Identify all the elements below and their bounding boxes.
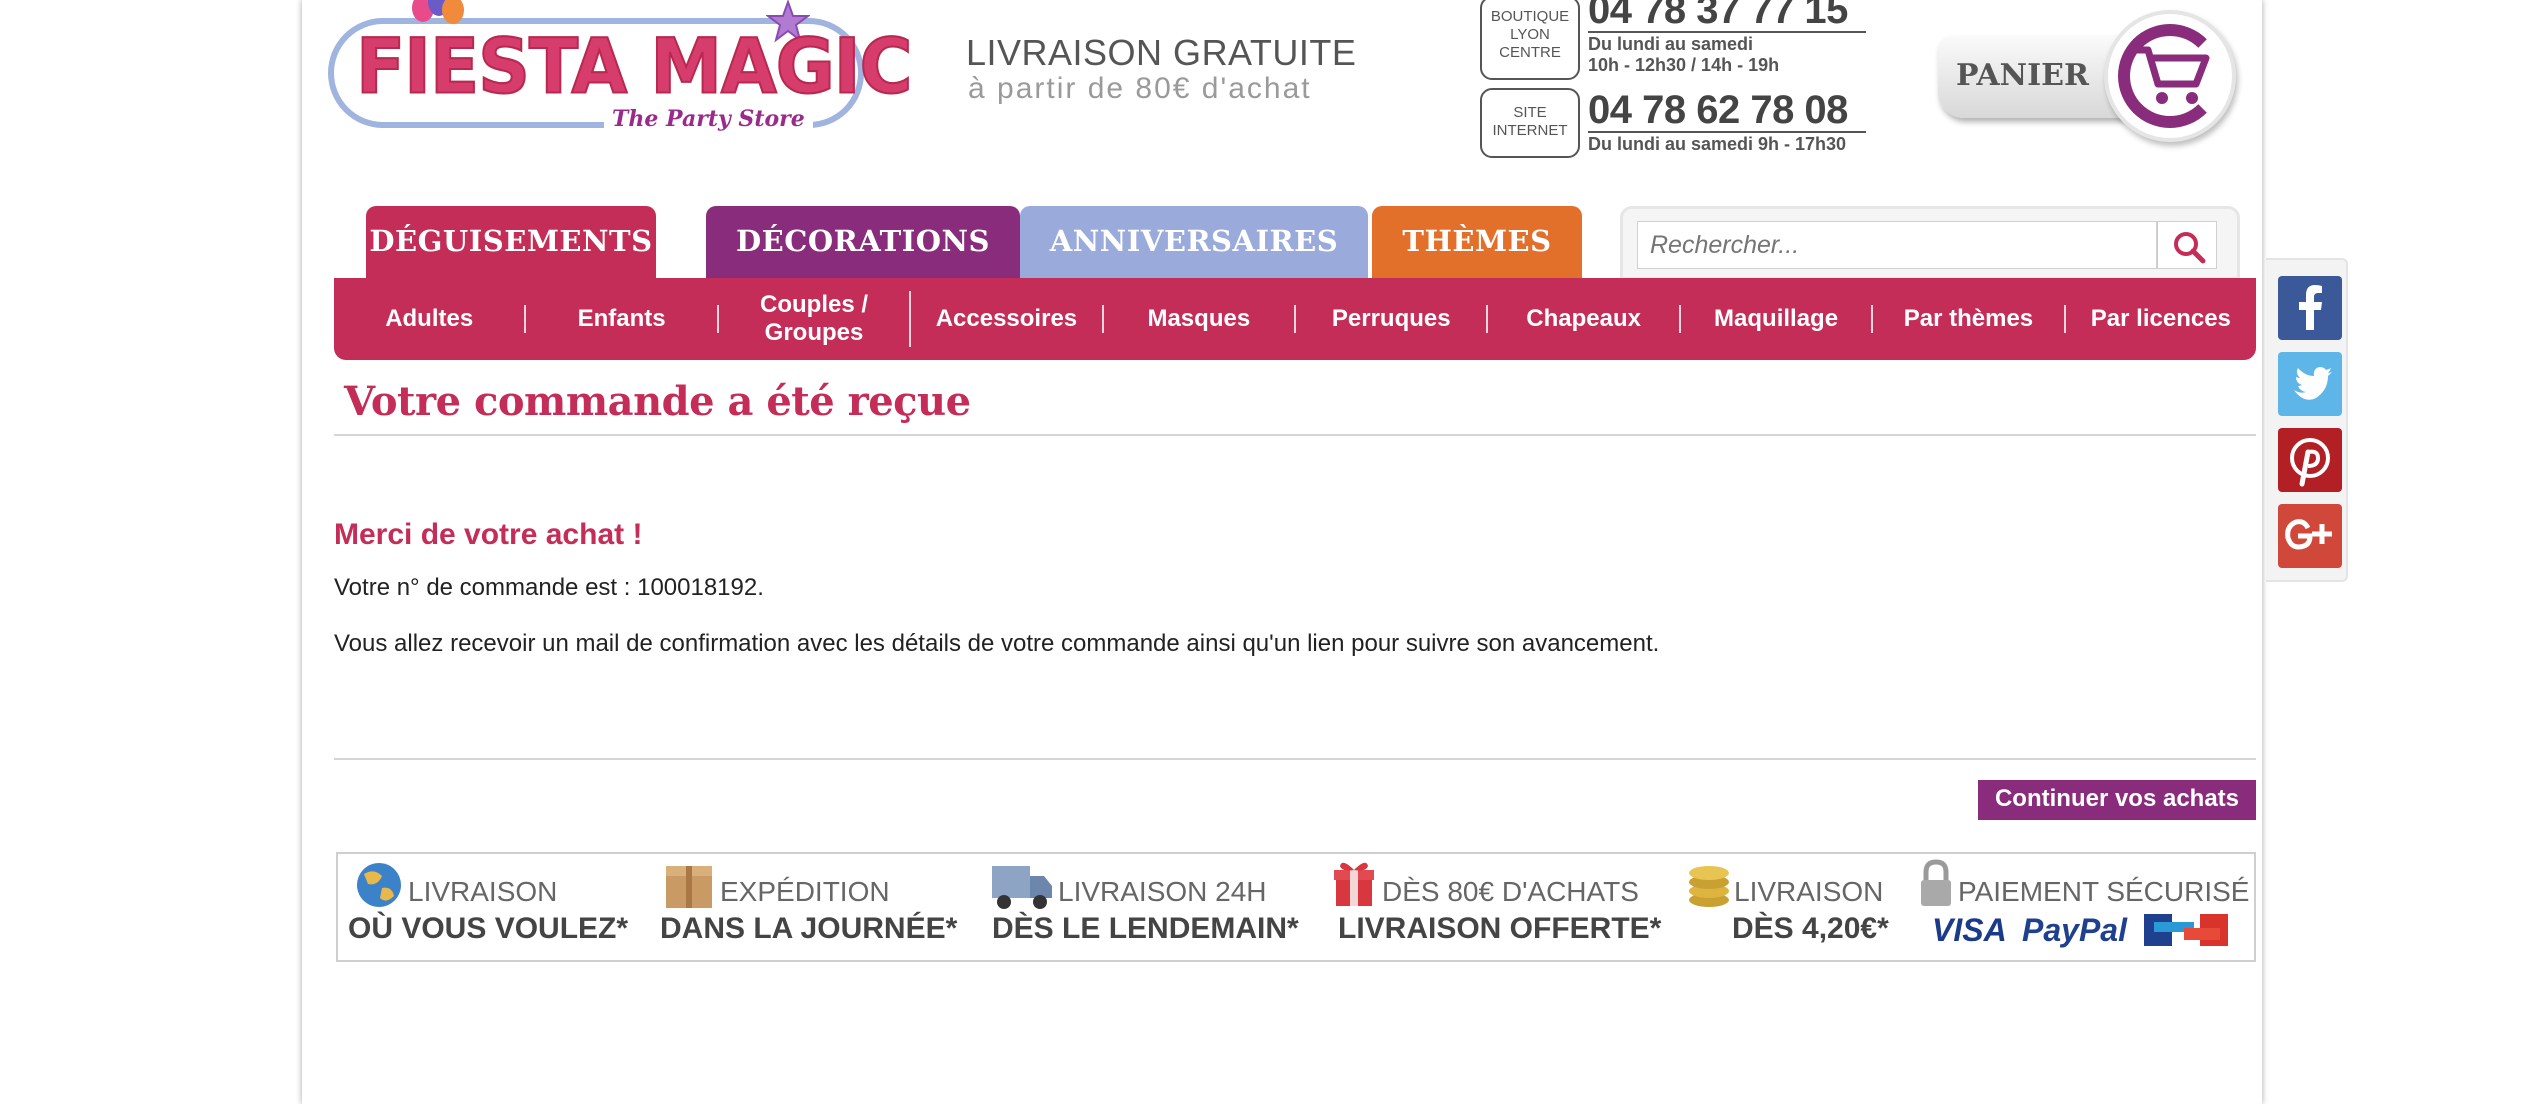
- subnav-item-label: Groupes: [764, 319, 864, 346]
- logo-tagline: The Party Store: [604, 106, 813, 132]
- content-divider: [334, 758, 2256, 760]
- reassurance-item: DÈS 80€ D'ACHATS LIVRAISON OFFERTE*: [1332, 854, 1662, 960]
- subnav-item[interactable]: Accessoires: [911, 305, 1104, 333]
- phone-badge-internet: SITE INTERNET: [1480, 88, 1580, 158]
- cart-circle: [2104, 10, 2236, 142]
- reassurance-item: LIVRAISON DÈS 4,20€*: [1686, 854, 1946, 960]
- phone-hours-line: 10h - 12h30 / 14h - 19h: [1588, 55, 1780, 75]
- subnav-item-label: Couples /: [760, 291, 869, 318]
- box-icon: [666, 866, 712, 908]
- subnav-item[interactable]: Enfants: [526, 305, 719, 333]
- pinterest-icon: [2278, 428, 2342, 492]
- category-subnav: Adultes Enfants Couples / Groupes Accessoire…: [334, 278, 2256, 360]
- phone-number-internet[interactable]: 04 78 62 78 08: [1588, 88, 1848, 133]
- phone-hours-line: Du lundi au samedi 9h - 17h30: [1588, 134, 1847, 154]
- search-icon: [2174, 232, 2206, 264]
- phone-badge-line: INTERNET: [1492, 122, 1568, 139]
- continue-shopping-button[interactable]: Continuer vos achats: [1978, 780, 2256, 820]
- twitter-button[interactable]: [2278, 352, 2342, 416]
- subnav-item[interactable]: Par thèmes: [1873, 305, 2066, 333]
- subnav-item-label: Par licences: [2090, 305, 2231, 332]
- globe-icon: [357, 863, 401, 907]
- truck-icon: [992, 866, 1052, 909]
- phone-badge-line: CENTRE: [1499, 44, 1561, 61]
- reassurance-top: EXPÉDITION: [720, 876, 890, 907]
- subnav-item[interactable]: Chapeaux: [1488, 305, 1681, 333]
- site-logo[interactable]: FIESTA MAGIC The Party Store: [326, 0, 913, 136]
- free-shipping-title: LIVRAISON GRATUITE: [966, 32, 1357, 73]
- tab-decorations[interactable]: Décorations: [706, 206, 1020, 278]
- subnav-item-label: Accessoires: [935, 305, 1078, 332]
- reassurance-bottom: DÈS 4,20€*: [1732, 912, 1889, 945]
- free-shipping-subtitle: à partir de 80€ d'achat: [968, 72, 1312, 105]
- shopping-cart-icon: [2132, 46, 2210, 104]
- subnav-item-label: Par thèmes: [1903, 305, 2034, 332]
- subnav-item[interactable]: Maquillage: [1681, 305, 1874, 333]
- facebook-button[interactable]: [2278, 276, 2342, 340]
- order-number-text: Votre n° de commande est : 100018192.: [334, 574, 764, 601]
- search-button[interactable]: [2157, 221, 2217, 269]
- padlock-icon: [1921, 859, 1951, 906]
- phone-hours-line: Du lundi au samedi: [1588, 34, 1754, 54]
- page-title: Votre commande a été reçue: [344, 378, 971, 425]
- thanks-heading: Merci de votre achat !: [334, 518, 643, 551]
- reassurance-item: PAIEMENT SÉCURISÉ VISA PayPal: [1918, 854, 2254, 960]
- reassurance-bottom: LIVRAISON OFFERTE*: [1338, 912, 1662, 945]
- google-plus-button[interactable]: [2278, 504, 2342, 568]
- tab-anniversaires[interactable]: Anniversaires: [1020, 206, 1368, 278]
- phone-number-boutique[interactable]: 04 78 37 77 15: [1588, 0, 1848, 33]
- tab-deguisements[interactable]: Déguisements: [366, 206, 656, 278]
- subnav-item-label: Enfants: [577, 305, 666, 332]
- tab-themes[interactable]: Thèmes: [1372, 206, 1582, 278]
- visa-logo: VISA: [1932, 912, 2007, 948]
- phone-badge-line: LYON: [1510, 26, 1550, 43]
- reassurance-bottom: DÈS LE LENDEMAIN*: [992, 912, 1299, 945]
- subnav-item-label: Adultes: [385, 305, 474, 332]
- reassurance-top: LIVRAISON: [408, 876, 558, 907]
- subnav-item[interactable]: Adultes: [334, 305, 527, 333]
- phone-badge-line: SITE: [1513, 104, 1547, 121]
- reassurance-top: PAIEMENT SÉCURISÉ: [1958, 876, 2250, 907]
- logo-name: FIESTA MAGIC: [355, 21, 913, 111]
- search-box: [1620, 206, 2240, 280]
- reassurance-top: LIVRAISON: [1734, 876, 1884, 907]
- subnav-item-label: Masques: [1147, 305, 1251, 332]
- cart-button[interactable]: PANIER: [1938, 10, 2238, 142]
- cb-card-logo-icon: [2144, 914, 2228, 946]
- social-share-bar: [2266, 258, 2348, 582]
- reassurance-item: LIVRAISON 24H DÈS LE LENDEMAIN*: [988, 854, 1318, 960]
- subnav-item-label: Chapeaux: [1526, 305, 1641, 332]
- reassurance-strip: LIVRAISON OÙ VOUS VOULEZ* EXPÉDITION DAN…: [336, 852, 2256, 962]
- reassurance-item: EXPÉDITION DANS LA JOURNÉE*: [656, 854, 966, 960]
- google-plus-icon: [2278, 504, 2342, 568]
- reassurance-item: LIVRAISON OÙ VOUS VOULEZ*: [338, 854, 638, 960]
- phone-underline: [1588, 31, 1866, 33]
- facebook-icon: [2278, 276, 2342, 340]
- cart-label: PANIER: [1956, 58, 2089, 93]
- paypal-logo: PayPal: [2022, 912, 2127, 948]
- pinterest-button[interactable]: [2278, 428, 2342, 492]
- subnav-item-label: Maquillage: [1714, 305, 1839, 332]
- title-divider: [334, 434, 2256, 436]
- phone-underline: [1588, 131, 1866, 133]
- reassurance-bottom: OÙ VOUS VOULEZ*: [348, 912, 629, 945]
- search-input[interactable]: [1637, 221, 2157, 269]
- phone-badge-line: BOUTIQUE: [1490, 8, 1570, 25]
- page-container: FIESTA MAGIC The Party Store LIVRAISON G…: [302, 0, 2262, 1104]
- reassurance-top: DÈS 80€ D'ACHATS: [1382, 876, 1639, 907]
- subnav-item[interactable]: Masques: [1104, 305, 1297, 333]
- subnav-item-label: Perruques: [1331, 305, 1451, 332]
- subnav-item[interactable]: Perruques: [1296, 305, 1489, 333]
- gift-icon: [1334, 862, 1374, 906]
- reassurance-bottom: DANS LA JOURNÉE*: [660, 912, 958, 945]
- twitter-icon: [2278, 352, 2342, 416]
- phone-hours-internet: Du lundi au samedi 9h - 17h30: [1588, 134, 1846, 155]
- subnav-item[interactable]: Couples / Groupes: [719, 291, 912, 347]
- confirmation-info-text: Vous allez recevoir un mail de confirmat…: [334, 630, 1660, 657]
- subnav-item[interactable]: Par licences: [2066, 305, 2256, 333]
- phone-hours-boutique: Du lundi au samedi 10h - 12h30 / 14h - 1…: [1588, 34, 1779, 76]
- phone-badge-boutique: BOUTIQUE LYON CENTRE: [1480, 0, 1580, 80]
- reassurance-top: LIVRAISON 24H: [1058, 876, 1267, 907]
- coins-icon: [1689, 866, 1729, 907]
